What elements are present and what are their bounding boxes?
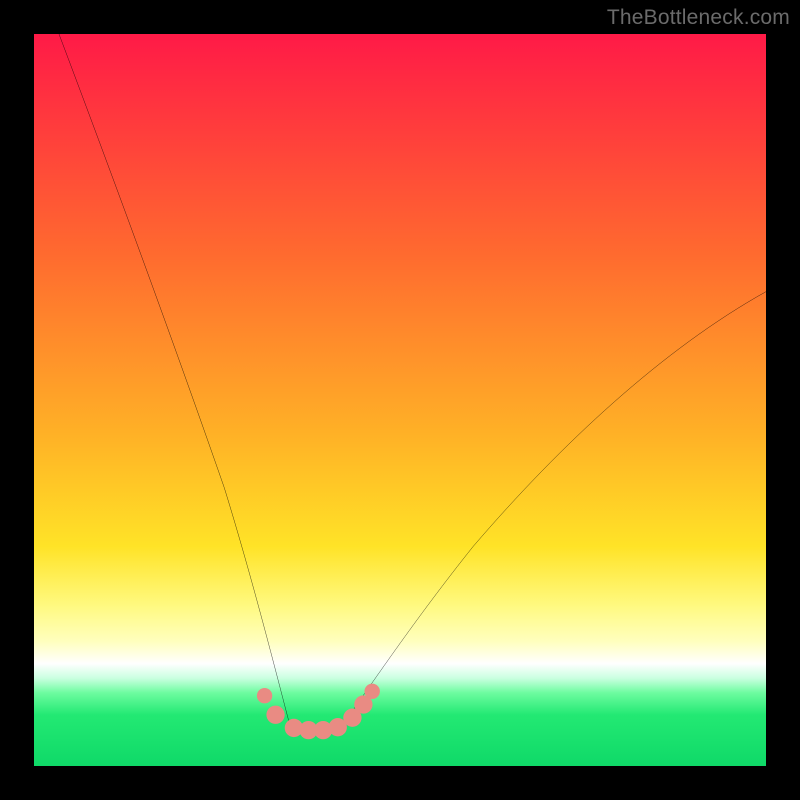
curves-svg <box>34 34 766 766</box>
plot-area <box>34 34 766 766</box>
curve-right <box>341 292 766 727</box>
chart-frame: TheBottleneck.com <box>0 0 800 800</box>
watermark-text: TheBottleneck.com <box>607 6 790 30</box>
highlighted-points <box>257 684 380 740</box>
curve-left <box>34 34 290 726</box>
